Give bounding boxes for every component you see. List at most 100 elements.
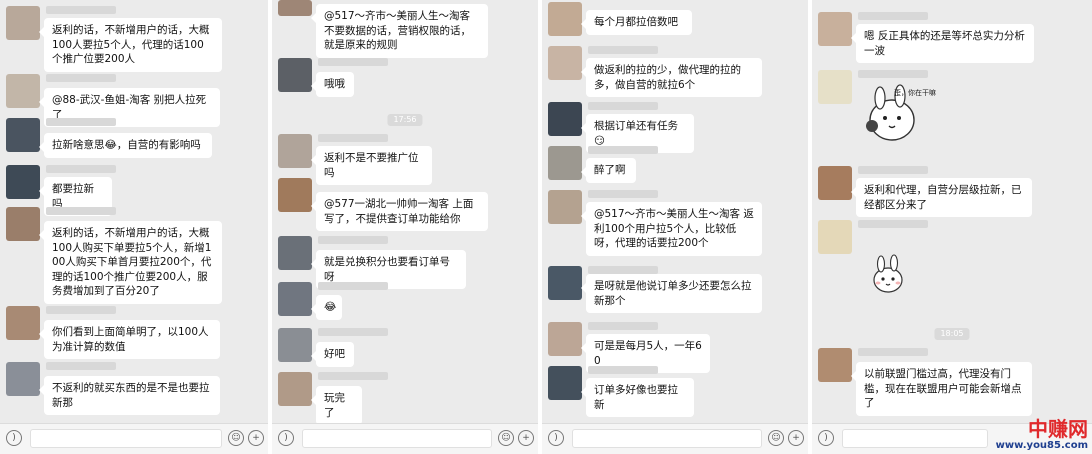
avatar[interactable] [548,102,582,136]
sender-name [46,6,116,14]
avatar[interactable] [548,46,582,80]
message-input[interactable] [842,429,988,448]
avatar[interactable] [6,362,40,396]
watermark-url: www.you85.com [995,440,1088,451]
message-bubble[interactable]: 嗯 反正具体的还是等坏总实力分析一波 [851,24,1034,63]
avatar[interactable] [548,146,582,180]
avatar[interactable] [278,178,312,212]
sender-name [858,70,928,78]
avatar[interactable] [548,322,582,356]
sender-name [588,46,658,54]
message-bubble[interactable]: 返利的话，不新增用户的话，大概100人购买下单要拉5个人，新增100人购买下单首… [39,221,222,304]
sender-name [858,166,928,174]
sender-name [588,322,658,330]
avatar[interactable] [6,118,40,152]
sticker-bunny-small-icon [873,254,903,293]
avatar[interactable] [818,348,852,382]
message-bubble[interactable]: @517～齐市～美丽人生～淘客 返利100个用户拉5个人，比较低呀，代理的话要拉… [581,202,762,256]
avatar[interactable] [6,6,40,40]
input-bar: ) ☺ + [0,423,268,454]
message-bubble[interactable]: 返利不是不要推广位吗 [311,146,432,185]
voice-icon[interactable]: ) [278,430,294,446]
message-bubble[interactable]: 好吧 [311,342,354,367]
sender-name [318,328,388,336]
avatar[interactable] [6,207,40,241]
voice-icon[interactable]: ) [818,430,834,446]
avatar[interactable] [6,165,40,199]
avatar[interactable] [818,220,852,254]
avatar[interactable] [278,0,312,16]
message-bubble[interactable]: 每个月都拉倍数吧 [581,10,692,35]
avatar[interactable] [548,190,582,224]
plus-icon[interactable]: + [788,430,804,446]
avatar[interactable] [278,134,312,168]
avatar[interactable] [278,236,312,270]
voice-icon[interactable]: ) [548,430,564,446]
sender-name [318,372,388,380]
message-bubble[interactable]: 😂 [311,295,342,320]
sender-name [46,74,116,82]
emoji-icon[interactable]: ☺ [498,430,514,446]
sender-name [318,58,388,66]
sticker-image [864,254,914,294]
avatar[interactable] [278,372,312,406]
sender-name [588,190,658,198]
message-input[interactable] [302,429,492,448]
message-bubble[interactable]: @577一湖北一帅帅一淘客 上面写了，不提供查订单功能给你 [311,192,488,231]
message-bubble[interactable]: 做返利的拉的少，做代理的拉的多，做自营的就拉6个 [581,58,762,97]
watermark-title: 中赚网 [1028,417,1088,441]
plus-icon[interactable]: + [248,430,264,446]
chat-panel-1: 返利的话，不新增用户的话，大概100人要拉5个人，代理的话100个推广位要200… [0,0,268,454]
emoji-icon[interactable]: ☺ [228,430,244,446]
sender-name [318,282,388,290]
message-bubble[interactable]: 哦哦 [311,72,354,97]
message-input[interactable] [30,429,222,448]
sender-name [46,306,116,314]
input-bar: ) ☺ + [542,423,808,454]
avatar[interactable] [818,12,852,46]
message-bubble[interactable]: 你们看到上面简单明了，以100人为准计算的数值 [39,320,220,359]
avatar[interactable] [548,366,582,400]
sender-name [46,362,116,370]
message-bubble[interactable]: 返利的话，不新增用户的话，大概100人要拉5个人，代理的话100个推广位要200… [39,18,222,72]
sender-name [318,236,388,244]
sticker-caption: 歪，你在干嘛 [894,89,936,97]
message-bubble[interactable]: 醉了啊 [581,158,636,183]
message-bubble[interactable]: 是呀就是他说订单多少还要怎么拉新那个 [581,274,762,313]
message-bubble[interactable]: 玩完了 [311,386,362,425]
sender-name [858,348,928,356]
timestamp: 17:56 [387,114,423,126]
avatar[interactable] [548,2,582,36]
sender-name [588,102,658,110]
avatar[interactable] [6,74,40,108]
chat-panel-2: @517～齐市～美丽人生～淘客 不要数据的话，营销权限的话，就是原来的规则 哦哦… [272,0,538,454]
sender-name [318,134,388,142]
sender-name [46,165,116,173]
chat-panel-4: 嗯 反正具体的还是等坏总实力分析一波 歪，你在干嘛 返利和代理，自营分层级拉新，… [812,0,1092,454]
message-bubble[interactable]: 拉新啥意思😂，自营的有影响吗 [39,133,212,158]
avatar[interactable] [6,306,40,340]
message-bubble[interactable]: 不返利的就买东西的是不是也要拉新那 [39,376,220,415]
chat-panel-3: 每个月都拉倍数吧 做返利的拉的少，做代理的拉的多，做自营的就拉6个 根据订单还有… [542,0,808,454]
message-input[interactable] [572,429,762,448]
sender-name [858,220,928,228]
sender-name [588,146,658,154]
avatar[interactable] [818,70,852,104]
avatar[interactable] [278,282,312,316]
message-bubble[interactable]: 以前联盟门槛过高，代理没有门槛，现在在联盟用户可能会新增点了 [851,362,1032,416]
avatar[interactable] [278,58,312,92]
message-bubble[interactable]: 返利和代理，自营分层级拉新，已经都区分来了 [851,178,1032,217]
watermark: 中赚网 www.you85.com [996,418,1088,451]
avatar[interactable] [818,166,852,200]
sender-name [588,266,658,274]
message-bubble[interactable]: 订单多好像也要拉新 [581,378,694,417]
sender-name [46,118,116,126]
plus-icon[interactable]: + [518,430,534,446]
message-bubble[interactable]: @517～齐市～美丽人生～淘客 不要数据的话，营销权限的话，就是原来的规则 [311,4,488,58]
sender-name [858,12,928,20]
voice-icon[interactable]: ) [6,430,22,446]
avatar[interactable] [548,266,582,300]
avatar[interactable] [278,328,312,362]
sender-name [588,366,658,374]
emoji-icon[interactable]: ☺ [768,430,784,446]
